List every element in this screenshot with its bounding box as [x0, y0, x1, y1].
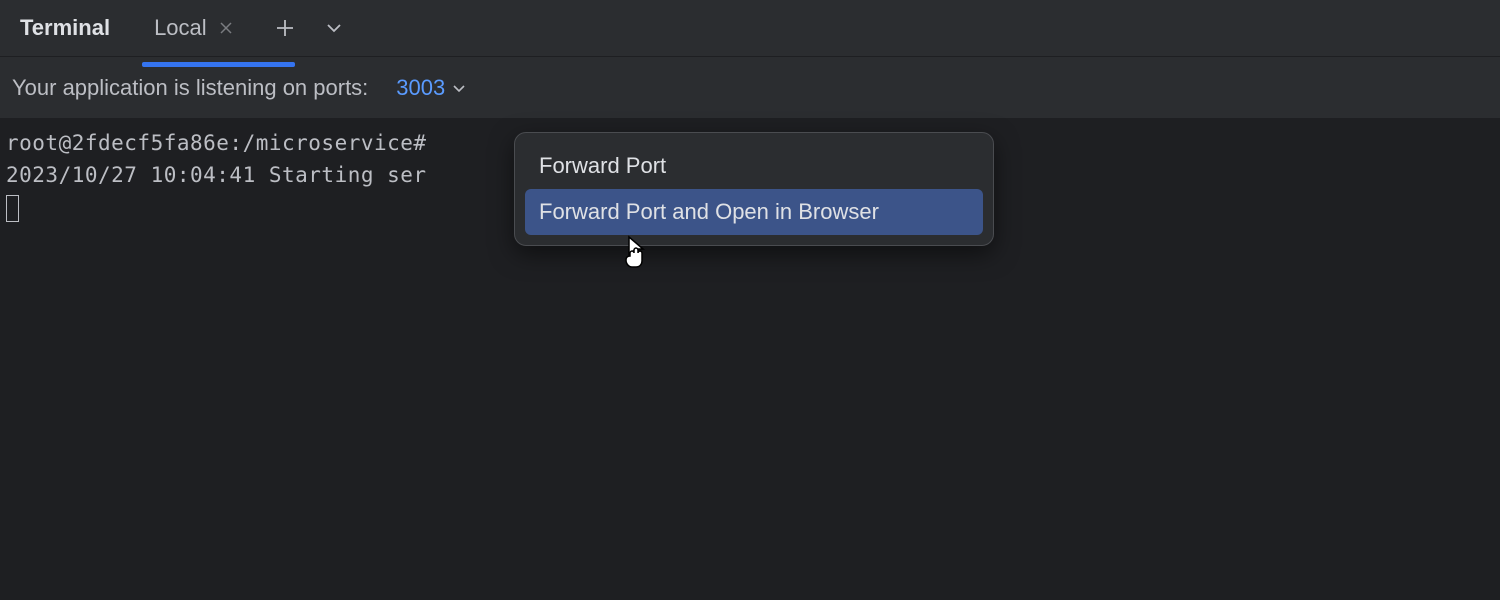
port-number: 3003 [396, 75, 445, 101]
menu-item-forward-port-open-browser[interactable]: Forward Port and Open in Browser [525, 189, 983, 235]
terminal-tab-bar: Terminal Local [0, 0, 1500, 56]
close-icon[interactable] [219, 21, 233, 35]
info-message: Your application is listening on ports: [12, 75, 368, 101]
port-context-menu: Forward Port Forward Port and Open in Br… [514, 132, 994, 246]
port-dropdown[interactable]: 3003 [396, 75, 467, 101]
panel-title: Terminal [20, 15, 110, 41]
tab-menu-chevron-icon[interactable] [325, 19, 343, 37]
tab-label: Local [154, 15, 207, 41]
terminal-cursor [6, 195, 19, 222]
new-tab-button[interactable] [275, 18, 295, 38]
tab-local[interactable]: Local [150, 0, 237, 56]
chevron-down-icon [451, 80, 467, 96]
menu-item-forward-port[interactable]: Forward Port [525, 143, 983, 189]
